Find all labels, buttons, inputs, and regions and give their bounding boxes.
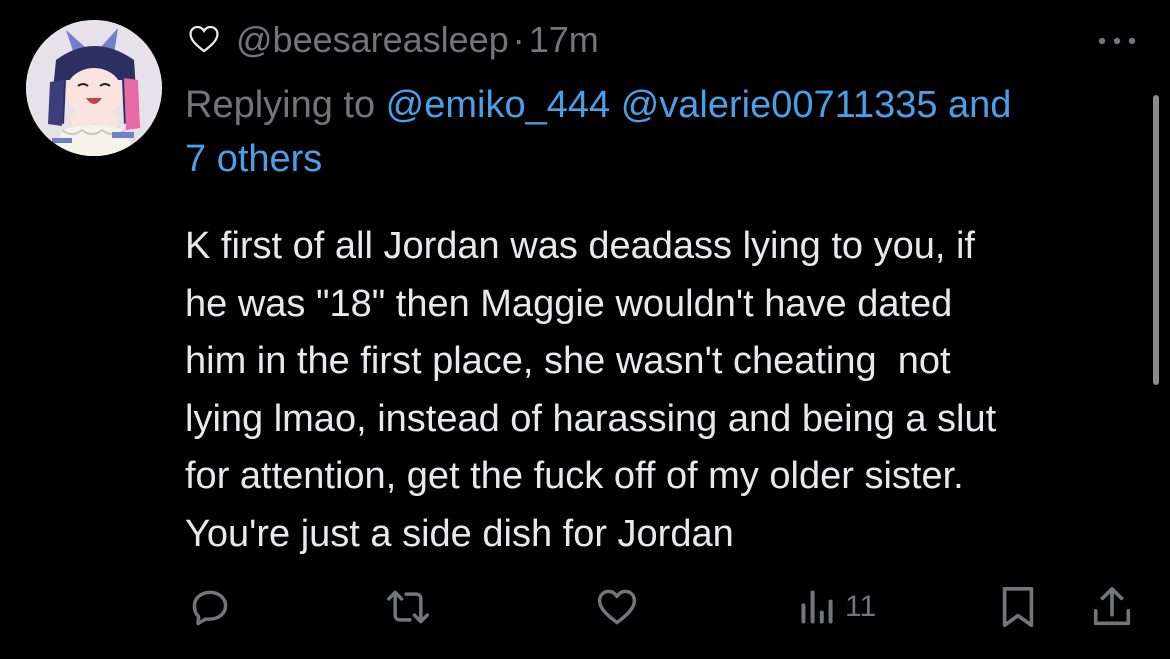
- replying-to: Replying to @emiko_444 @valerie00711335 …: [185, 78, 1145, 186]
- avatar[interactable]: [26, 20, 162, 156]
- heart-icon: [597, 589, 637, 625]
- others-link[interactable]: 7 others: [185, 138, 322, 180]
- share-button[interactable]: [1090, 584, 1134, 630]
- views-icon: [801, 590, 833, 624]
- more-options-button[interactable]: [1094, 26, 1140, 56]
- mention-link[interactable]: @valerie00711335: [621, 84, 938, 126]
- tweet-time[interactable]: 17m: [529, 19, 599, 60]
- replying-to-label: Replying to: [185, 84, 386, 126]
- tweet-header: @beesareasleep · 17m: [236, 18, 599, 62]
- user-handle[interactable]: @beesareasleep: [236, 19, 509, 60]
- and-label[interactable]: and: [937, 84, 1011, 126]
- avatar-image: [26, 20, 162, 156]
- tweet-body: K first of all Jordan was deadass lying …: [185, 225, 997, 555]
- retweet-button[interactable]: [384, 584, 432, 630]
- bookmark-button[interactable]: [998, 584, 1038, 630]
- reply-button[interactable]: [188, 584, 232, 630]
- views-button[interactable]: 11: [797, 584, 876, 630]
- separator-dot: ·: [512, 19, 525, 60]
- more-dots-icon: [1098, 37, 1136, 45]
- bookmark-icon: [1002, 586, 1034, 628]
- reply-icon: [192, 590, 228, 626]
- heart-outline-icon: [187, 22, 221, 56]
- scrollbar[interactable]: [1153, 95, 1159, 385]
- share-icon: [1093, 586, 1131, 626]
- mention-link[interactable]: @emiko_444: [386, 84, 610, 126]
- views-count: 11: [845, 590, 877, 623]
- like-button[interactable]: [594, 584, 640, 630]
- tweet: @beesareasleep · 17m Replying to @emiko_44…: [0, 0, 1170, 659]
- retweet-icon: [387, 590, 429, 624]
